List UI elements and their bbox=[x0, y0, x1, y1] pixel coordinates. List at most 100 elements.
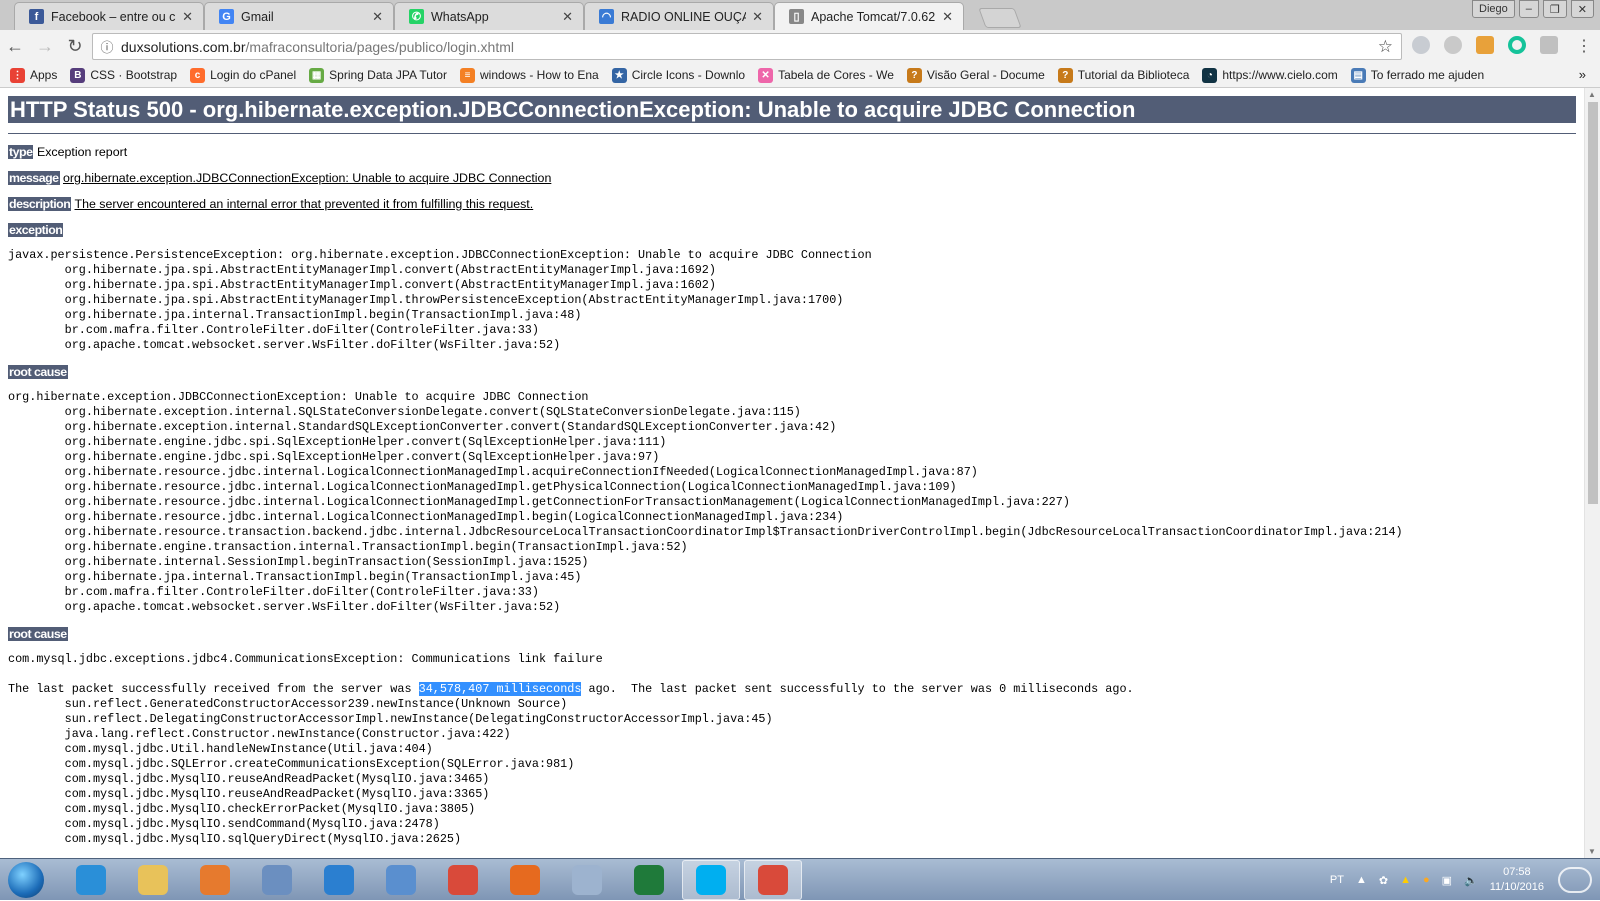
bookmark-icon: ? bbox=[1057, 67, 1073, 83]
trace-line: com.mysql.jdbc.exceptions.jdbc4.Communic… bbox=[8, 652, 603, 666]
close-tab-icon[interactable]: ✕ bbox=[182, 9, 193, 25]
bookmarks-overflow-button[interactable]: » bbox=[1579, 67, 1586, 82]
taskbar-control-panel[interactable] bbox=[372, 860, 430, 900]
bookmark-item[interactable]: ≡ windows - How to Ena bbox=[459, 67, 599, 83]
bookmark-item[interactable]: ? Visão Geral - Docume bbox=[906, 67, 1045, 83]
browser-tab[interactable]: ▯ Apache Tomcat/7.0.62 - ✕ bbox=[774, 2, 964, 30]
network-icon[interactable]: ▣ bbox=[1442, 874, 1452, 887]
taskbar-skype[interactable] bbox=[682, 859, 740, 900]
trace-line: org.hibernate.exception.internal.Standar… bbox=[8, 420, 837, 434]
bookmark-label: To ferrado me ajuden bbox=[1370, 68, 1485, 82]
trace-line: The last packet successfully received fr… bbox=[8, 682, 419, 696]
volume-icon[interactable]: 🔈 bbox=[1464, 874, 1478, 887]
new-tab-button[interactable] bbox=[978, 8, 1022, 28]
tab-title: Apache Tomcat/7.0.62 - bbox=[811, 9, 937, 24]
drive-extension-icon[interactable] bbox=[1540, 36, 1558, 54]
trace-line: org.hibernate.resource.jdbc.internal.Log… bbox=[8, 495, 1070, 509]
trace-line: org.hibernate.jpa.internal.TransactionIm… bbox=[8, 570, 582, 584]
chrome-active-icon bbox=[758, 864, 788, 895]
taskbar-file-explorer[interactable] bbox=[124, 860, 182, 900]
loading-icon: ◠ bbox=[599, 9, 614, 24]
info-icon[interactable]: ⓘ bbox=[93, 37, 121, 56]
bookmark-item[interactable]: ◔ https://www.cielo.com bbox=[1202, 67, 1338, 83]
close-tab-icon[interactable]: ✕ bbox=[752, 9, 763, 25]
bookmark-item[interactable]: ⋮ Apps bbox=[10, 67, 57, 83]
type-row: type Exception report bbox=[8, 144, 1576, 161]
message-row: message org.hibernate.exception.JDBCConn… bbox=[8, 170, 1576, 187]
vertical-scrollbar[interactable]: ▲ ▼ bbox=[1584, 88, 1600, 858]
profile-button[interactable]: Diego bbox=[1472, 0, 1515, 18]
trace-line: com.mysql.jdbc.MysqlIO.reuseAndReadPacke… bbox=[8, 772, 490, 786]
address-bar[interactable]: ⓘ duxsolutions.com.br/mafraconsultoria/p… bbox=[92, 33, 1402, 60]
back-icon[interactable]: ← bbox=[0, 36, 30, 57]
message-value: org.hibernate.exception.JDBCConnectionEx… bbox=[63, 171, 552, 185]
scrollbar-thumb[interactable] bbox=[1588, 102, 1598, 504]
scroll-down-icon[interactable]: ▼ bbox=[1588, 847, 1596, 856]
browser-tab[interactable]: f Facebook – entre ou cad ✕ bbox=[14, 2, 204, 30]
taskbar-internet-explorer[interactable] bbox=[62, 860, 120, 900]
taskbar-app-lightning[interactable] bbox=[248, 860, 306, 900]
root-cause-row: root cause bbox=[8, 364, 1576, 381]
start-button[interactable] bbox=[8, 861, 44, 898]
skype-icon bbox=[696, 864, 726, 895]
exception-label: exception bbox=[8, 223, 64, 237]
reload-icon[interactable]: ↻ bbox=[60, 36, 90, 57]
onedrive-icon[interactable] bbox=[1558, 867, 1592, 893]
media-center-icon bbox=[200, 864, 230, 895]
close-tab-icon[interactable]: ✕ bbox=[372, 9, 383, 25]
taskbar-media-center[interactable] bbox=[186, 860, 244, 900]
bookmark-item[interactable]: c Login do cPanel bbox=[190, 67, 296, 83]
trace-line: sun.reflect.DelegatingConstructorAccesso… bbox=[8, 712, 773, 726]
bookmark-label: Visão Geral - Docume bbox=[926, 68, 1045, 82]
taskbar: PT ▲ ✿ ▲ ● ▣ 🔈 07:58 11/10/2016 bbox=[0, 858, 1600, 900]
dropbox-extension-icon[interactable] bbox=[1412, 36, 1430, 54]
browser-tab[interactable]: G Gmail ✕ bbox=[204, 2, 394, 30]
tray-app-icon[interactable]: ● bbox=[1423, 874, 1430, 886]
bookmark-icon: ◔ bbox=[1202, 67, 1218, 83]
app-lightning-icon bbox=[262, 864, 292, 895]
restore-button[interactable]: ❐ bbox=[1542, 0, 1567, 18]
trace-line: java.lang.reflect.Constructor.newInstanc… bbox=[8, 727, 511, 741]
bookmark-item[interactable]: ▤ To ferrado me ajuden bbox=[1350, 67, 1485, 83]
bookmark-star-icon[interactable]: ☆ bbox=[1378, 37, 1393, 57]
root-cause-label: root cause bbox=[8, 627, 68, 641]
bookmark-item[interactable]: ▦ Spring Data JPA Tutor bbox=[309, 67, 447, 83]
bookmark-item[interactable]: ★ Circle Icons - Downlo bbox=[611, 67, 745, 83]
grammarly-extension-icon[interactable] bbox=[1508, 36, 1526, 54]
drive-tray-icon[interactable]: ▲ bbox=[1400, 874, 1411, 886]
bookmark-label: https://www.cielo.com bbox=[1222, 68, 1338, 82]
bookmark-icon: ≡ bbox=[459, 67, 475, 83]
scroll-up-icon[interactable]: ▲ bbox=[1588, 90, 1596, 99]
taskbar-excel[interactable] bbox=[620, 860, 678, 900]
taskbar-firefox[interactable] bbox=[496, 860, 554, 900]
clock[interactable]: 07:58 11/10/2016 bbox=[1490, 865, 1544, 895]
bookmark-item[interactable]: ✕ Tabela de Cores - We bbox=[758, 67, 894, 83]
close-window-button[interactable]: ✕ bbox=[1570, 0, 1594, 18]
media-player-icon bbox=[324, 864, 354, 895]
url-path: /mafraconsultoria/pages/publico/login.xh… bbox=[245, 38, 514, 55]
menu-icon[interactable]: ⋮ bbox=[1576, 36, 1592, 56]
browser-tab[interactable]: ◠ RADIO ONLINE OUÇA A ✕ bbox=[584, 2, 774, 30]
firefox-icon bbox=[510, 864, 540, 895]
page-title: HTTP Status 500 - org.hibernate.exceptio… bbox=[8, 96, 1576, 123]
close-tab-icon[interactable]: ✕ bbox=[562, 9, 573, 25]
minimize-button[interactable]: – bbox=[1518, 0, 1539, 18]
divider bbox=[8, 133, 1576, 134]
taskbar-media-player[interactable] bbox=[310, 860, 368, 900]
close-tab-icon[interactable]: ✕ bbox=[942, 9, 953, 25]
extension-tools-icon[interactable] bbox=[1476, 36, 1494, 54]
trace-line: org.hibernate.engine.jdbc.spi.SqlExcepti… bbox=[8, 450, 660, 464]
taskbar-chrome-active[interactable] bbox=[744, 859, 802, 900]
bookmark-icon: ⋮ bbox=[10, 67, 25, 83]
extension-gray-icon[interactable] bbox=[1444, 36, 1462, 54]
browser-tab[interactable]: ✆ WhatsApp ✕ bbox=[394, 2, 584, 30]
language-indicator[interactable]: PT bbox=[1330, 874, 1344, 886]
taskbar-calculator[interactable] bbox=[558, 860, 616, 900]
bookmark-item[interactable]: B CSS · Bootstrap bbox=[70, 67, 177, 83]
forward-icon[interactable]: → bbox=[30, 36, 60, 57]
trace-line: ago. The last packet sent successfully t… bbox=[581, 682, 1134, 696]
show-hidden-icons[interactable]: ▲ bbox=[1356, 874, 1367, 886]
taskbar-chrome[interactable] bbox=[434, 860, 492, 900]
bookmark-item[interactable]: ? Tutorial da Biblioteca bbox=[1057, 67, 1189, 83]
dropbox-tray-icon[interactable]: ✿ bbox=[1379, 874, 1388, 887]
